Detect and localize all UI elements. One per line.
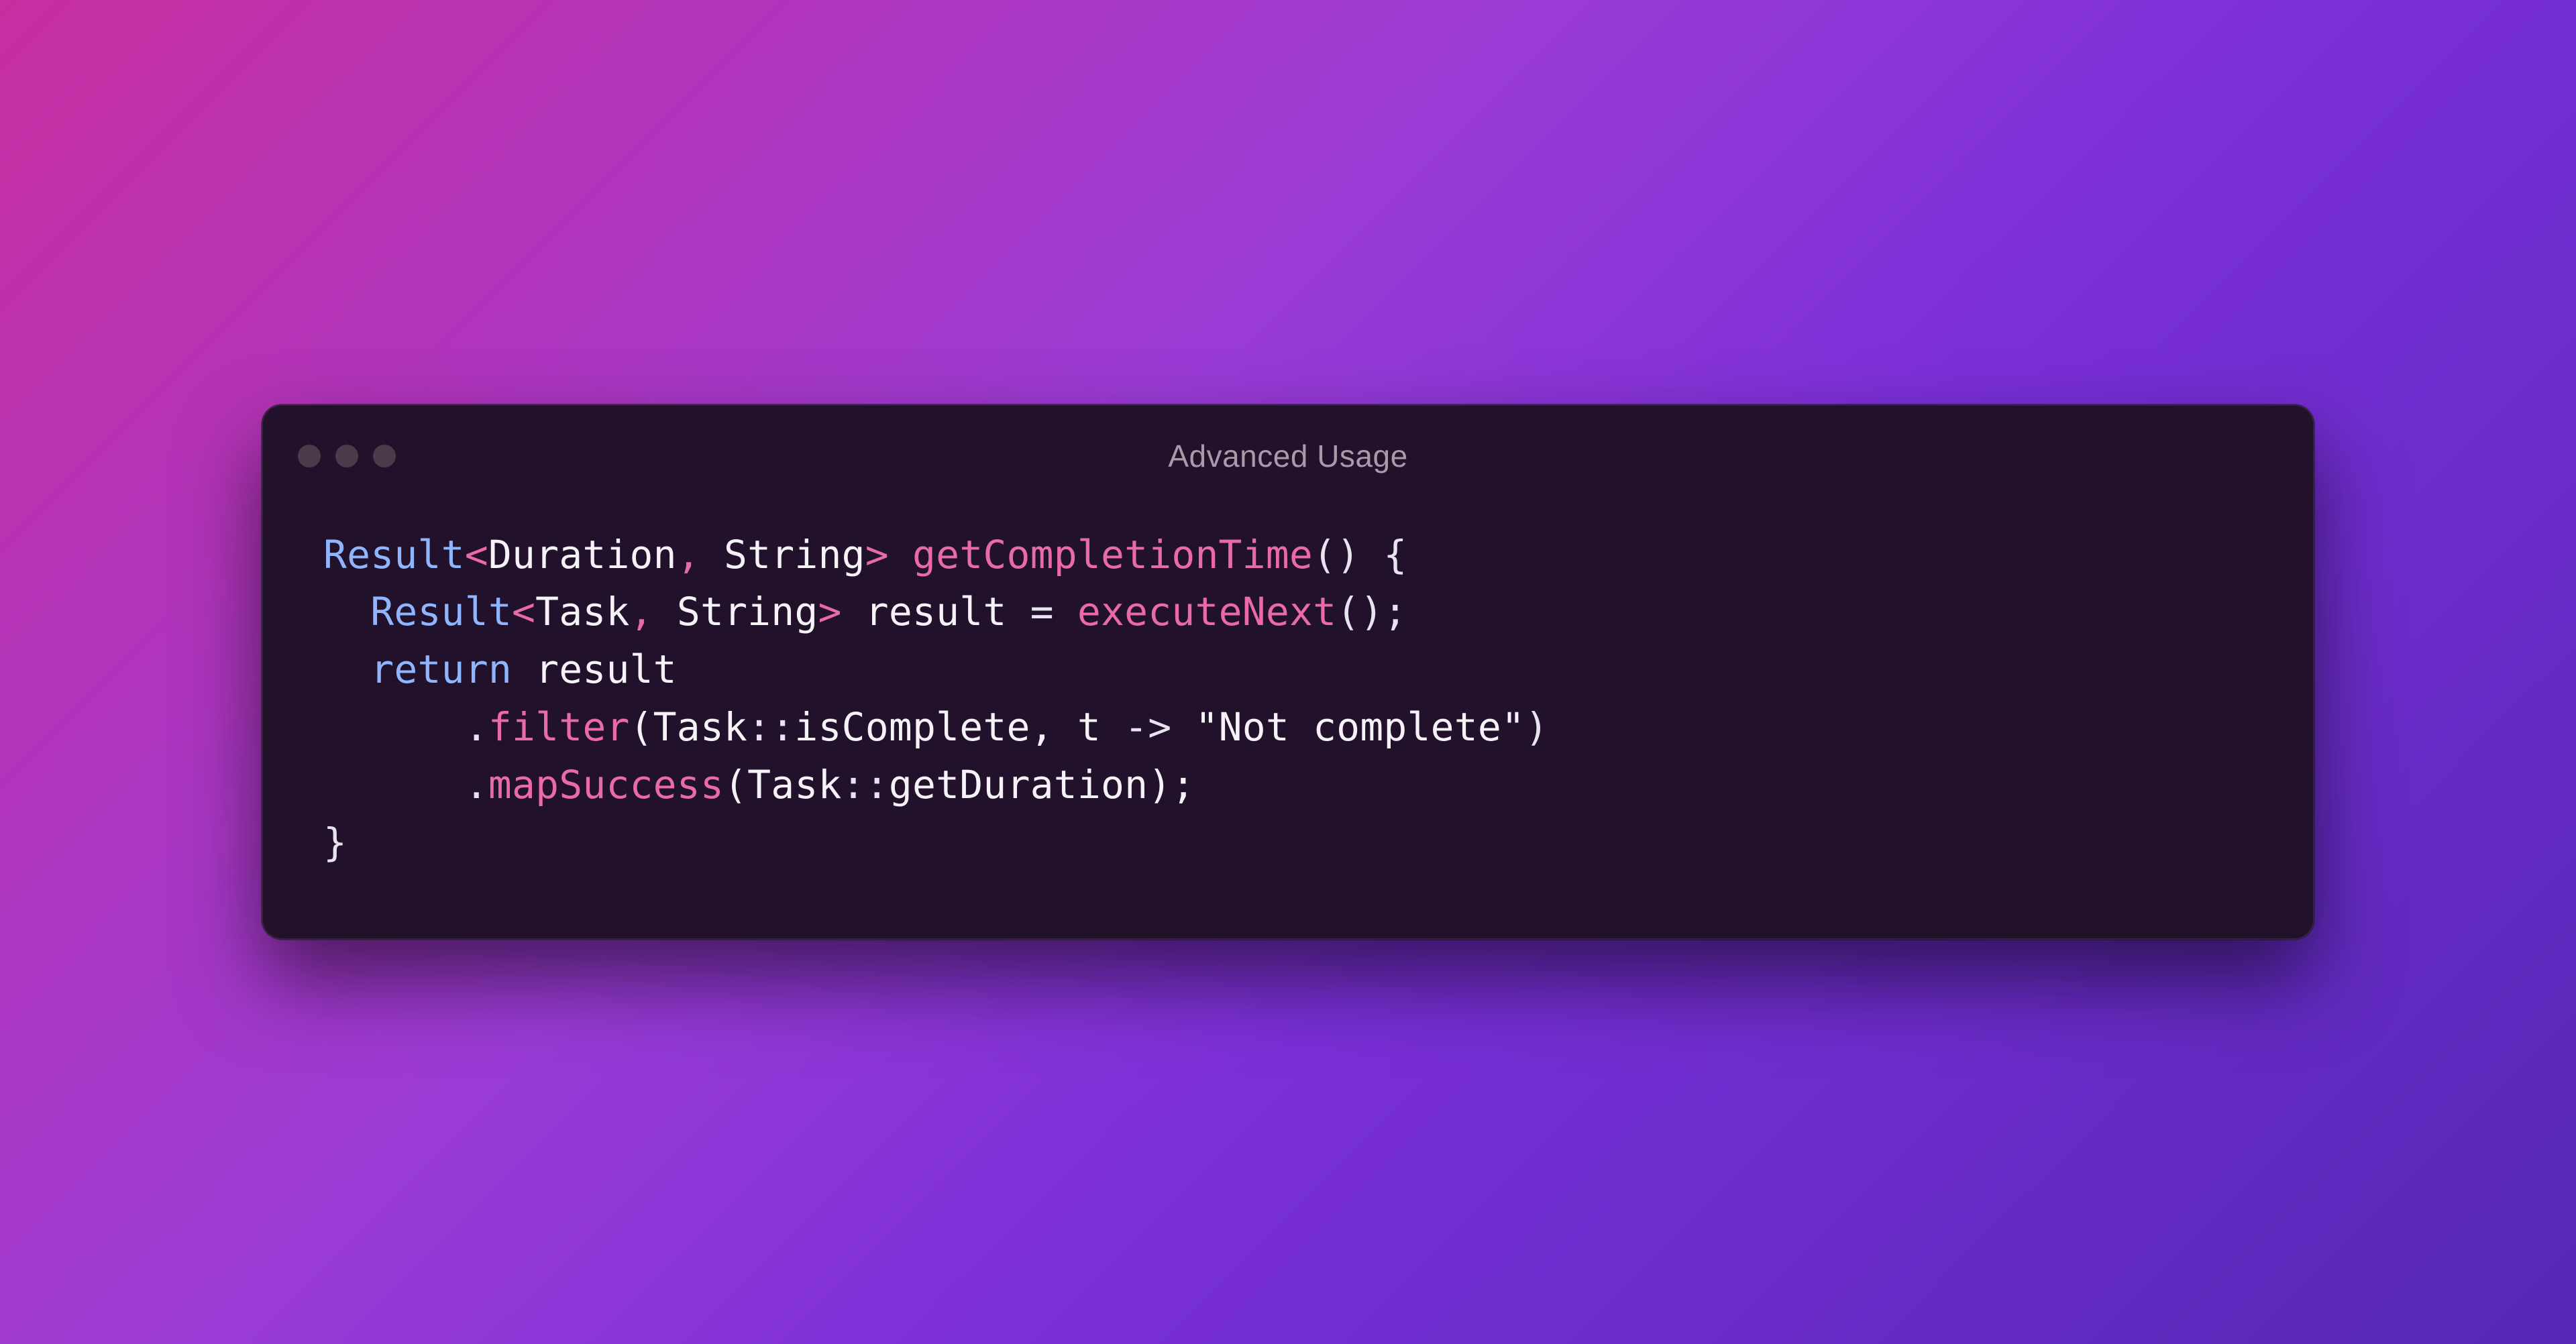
- traffic-light-minimize-icon[interactable]: [335, 445, 358, 467]
- window-title: Advanced Usage: [263, 438, 2313, 474]
- code-token: >: [865, 532, 889, 577]
- traffic-light-zoom-icon[interactable]: [373, 445, 396, 467]
- code-token: [323, 647, 370, 692]
- code-token: isComplete, t: [794, 704, 1124, 750]
- code-token: result: [842, 589, 1030, 634]
- code-token: Duration: [488, 532, 677, 577]
- code-token: <: [465, 532, 488, 577]
- traffic-lights: [298, 445, 396, 467]
- code-token: ,: [677, 532, 724, 577]
- code-block: Result<Duration, String> getCompletionTi…: [263, 480, 2313, 939]
- code-token: ::: [747, 704, 794, 750]
- code-token: String: [677, 589, 818, 634]
- window-titlebar: Advanced Usage: [263, 406, 2313, 480]
- code-token: String: [724, 532, 865, 577]
- code-token: [889, 532, 912, 577]
- code-token: .: [465, 704, 488, 750]
- code-token: ();: [1336, 589, 1407, 634]
- code-token: filter: [488, 704, 630, 750]
- code-token: }: [323, 820, 347, 865]
- code-token: result: [512, 647, 677, 692]
- code-token: (Task: [630, 704, 748, 750]
- code-token: "Not complete": [1195, 704, 1525, 750]
- code-token: () {: [1313, 532, 1407, 577]
- code-token: [323, 762, 465, 807]
- code-token: [323, 589, 370, 634]
- code-token: return: [370, 647, 512, 692]
- traffic-light-close-icon[interactable]: [298, 445, 321, 467]
- code-token: ,: [630, 589, 677, 634]
- code-token: Task: [535, 589, 629, 634]
- code-token: >: [818, 589, 842, 634]
- code-token: [1054, 589, 1077, 634]
- code-token: (Task: [724, 762, 842, 807]
- code-token: ::: [842, 762, 889, 807]
- code-token: =: [1030, 589, 1054, 634]
- code-token: Result: [370, 589, 512, 634]
- code-token: executeNext: [1077, 589, 1336, 634]
- code-token: [1171, 704, 1195, 750]
- code-token: <: [512, 589, 535, 634]
- code-token: getCompletionTime: [912, 532, 1313, 577]
- code-window: Advanced Usage Result<Duration, String> …: [262, 404, 2314, 940]
- code-token: mapSuccess: [488, 762, 724, 807]
- code-token: getDuration);: [889, 762, 1195, 807]
- code-token: .: [465, 762, 488, 807]
- code-token: ->: [1124, 704, 1171, 750]
- code-token: Result: [323, 532, 465, 577]
- code-token: ): [1525, 704, 1548, 750]
- code-token: [323, 704, 465, 750]
